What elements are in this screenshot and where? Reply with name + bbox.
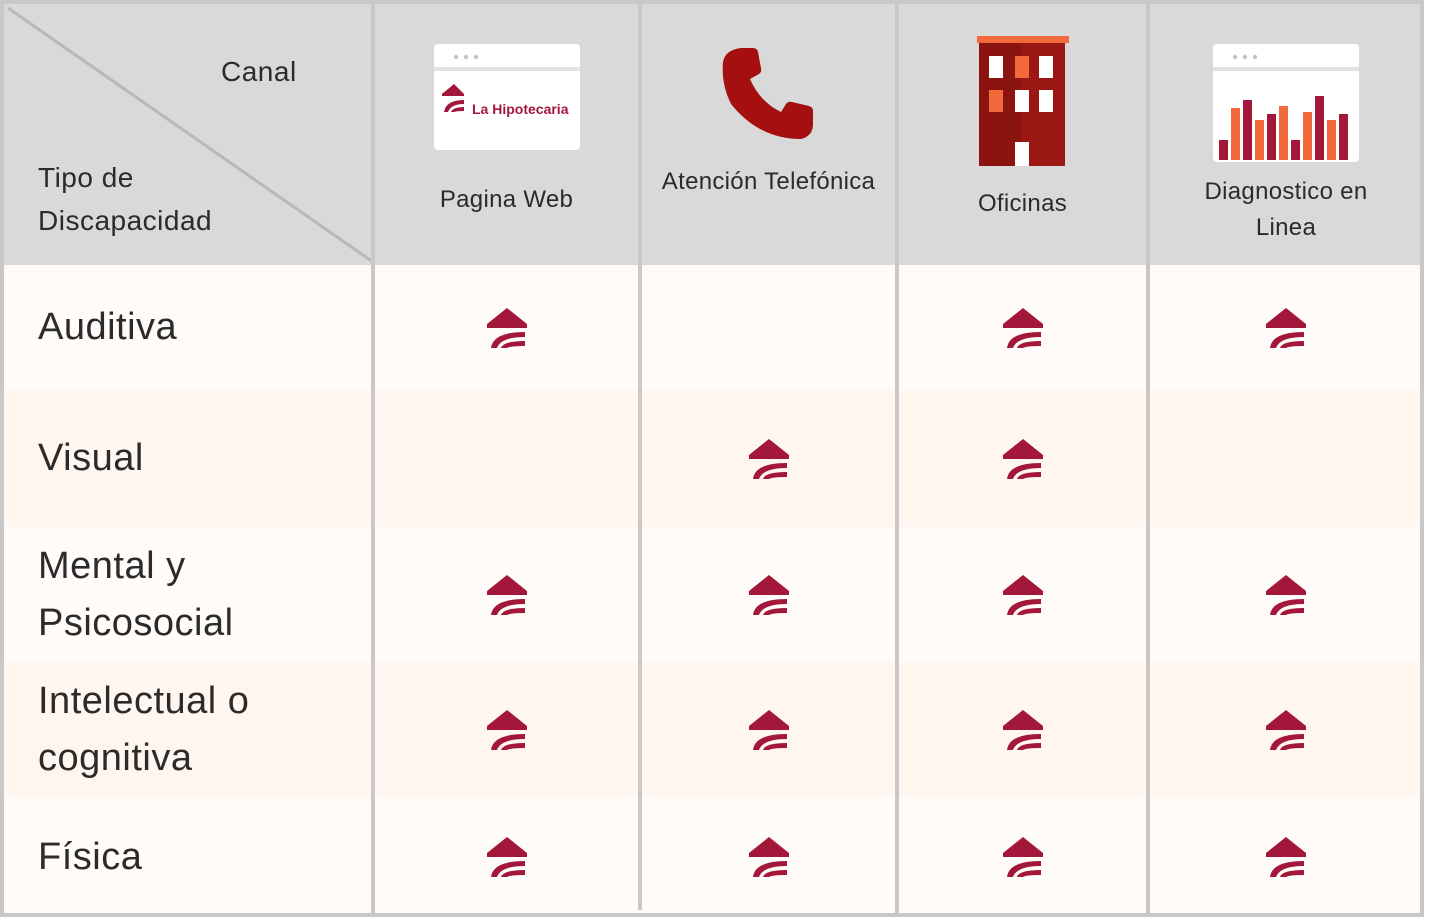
accessibility-table: Canal Tipo de Discapacidad La Hipotecari… <box>0 0 1424 917</box>
availability-cell <box>373 662 640 797</box>
channel-axis-label: Canal <box>221 56 297 87</box>
availability-cell <box>897 527 1148 662</box>
la-hipotecaria-logo-icon <box>1001 835 1045 879</box>
la-hipotecaria-logo-icon <box>485 835 529 879</box>
availability-cell <box>640 265 897 390</box>
disability-type-line2: cognitiva <box>38 736 193 779</box>
la-hipotecaria-logo-icon <box>1001 306 1045 350</box>
disability-type-label: Mental y Psicosocial <box>0 527 373 662</box>
channel-header-web: La Hipotecaria Pagina Web <box>373 0 640 265</box>
la-hipotecaria-logo-icon <box>747 437 791 481</box>
online-chart-icon <box>1213 44 1359 162</box>
channel-title-phone: Atención Telefónica <box>661 168 876 195</box>
channel-title-online: Diagnostico en Linea <box>1205 174 1368 246</box>
disability-type-line1: Auditiva <box>38 306 178 348</box>
availability-cell <box>1148 797 1424 917</box>
table-left-border <box>0 0 4 917</box>
availability-cell <box>897 662 1148 797</box>
availability-cell <box>1148 527 1424 662</box>
column-divider <box>371 0 375 917</box>
column-divider <box>895 0 899 917</box>
phone-icon <box>722 48 813 139</box>
availability-cell <box>897 265 1148 390</box>
la-hipotecaria-logo-icon <box>1264 306 1308 350</box>
availability-cell <box>1148 390 1424 527</box>
disability-type-label: Auditiva <box>0 265 373 390</box>
la-hipotecaria-logo-icon <box>1001 437 1045 481</box>
disability-type-label: Física <box>0 797 373 917</box>
availability-cell <box>640 390 897 527</box>
channel-title-online-line1: Diagnostico en <box>1204 178 1368 205</box>
table-right-border <box>1420 0 1424 917</box>
table-top-border <box>0 0 1424 4</box>
disability-type-line1: Intelectual o <box>38 679 250 722</box>
la-hipotecaria-logo-icon <box>1264 573 1308 617</box>
channel-title-offices: Oficinas <box>977 190 1068 217</box>
disability-axis-label-line1: Tipo de <box>38 162 134 193</box>
disability-type-line1: Mental y <box>38 544 186 587</box>
channel-header-offices: Oficinas <box>897 0 1148 265</box>
disability-type-line2: Psicosocial <box>38 601 234 644</box>
disability-type-line1: Visual <box>38 437 144 479</box>
channel-header-online: Diagnostico en Linea <box>1148 0 1424 265</box>
office-building-icon <box>976 36 1069 166</box>
disability-type-line1: Física <box>38 835 143 878</box>
availability-cell <box>1148 265 1424 390</box>
la-hipotecaria-logo-icon <box>747 708 791 752</box>
availability-cell <box>373 390 640 527</box>
disability-type-label: Visual <box>0 390 373 527</box>
la-hipotecaria-logo-icon <box>1264 835 1308 879</box>
web-logo-text: La Hipotecaria <box>472 101 569 117</box>
la-hipotecaria-logo-icon <box>485 708 529 752</box>
la-hipotecaria-logo-icon <box>485 306 529 350</box>
la-hipotecaria-logo-icon <box>1001 708 1045 752</box>
channel-title-web: Pagina Web <box>439 186 574 213</box>
corner-header: Canal Tipo de Discapacidad <box>0 0 373 265</box>
web-page-icon: La Hipotecaria <box>433 44 580 150</box>
availability-cell <box>373 527 640 662</box>
availability-cell <box>640 527 897 662</box>
channel-title-online-line2: Linea <box>1255 214 1317 241</box>
availability-cell <box>897 797 1148 917</box>
column-divider <box>638 0 642 910</box>
availability-cell <box>1148 662 1424 797</box>
la-hipotecaria-logo-icon <box>1264 708 1308 752</box>
la-hipotecaria-logo-icon <box>485 573 529 617</box>
disability-axis-label-line2: Discapacidad <box>38 205 213 236</box>
disability-axis-label: Tipo de Discapacidad <box>38 156 212 242</box>
la-hipotecaria-logo-icon <box>1001 573 1045 617</box>
availability-cell <box>373 265 640 390</box>
availability-cell <box>373 797 640 917</box>
disability-type-label: Intelectual o cognitiva <box>0 662 373 797</box>
availability-cell <box>897 390 1148 527</box>
channel-header-phone: Atención Telefónica <box>640 0 897 265</box>
table-bottom-border <box>0 913 1424 917</box>
la-hipotecaria-logo-icon <box>747 573 791 617</box>
column-divider <box>1146 0 1150 917</box>
availability-cell <box>640 662 897 797</box>
la-hipotecaria-logo-icon <box>747 835 791 879</box>
availability-cell <box>640 797 897 917</box>
